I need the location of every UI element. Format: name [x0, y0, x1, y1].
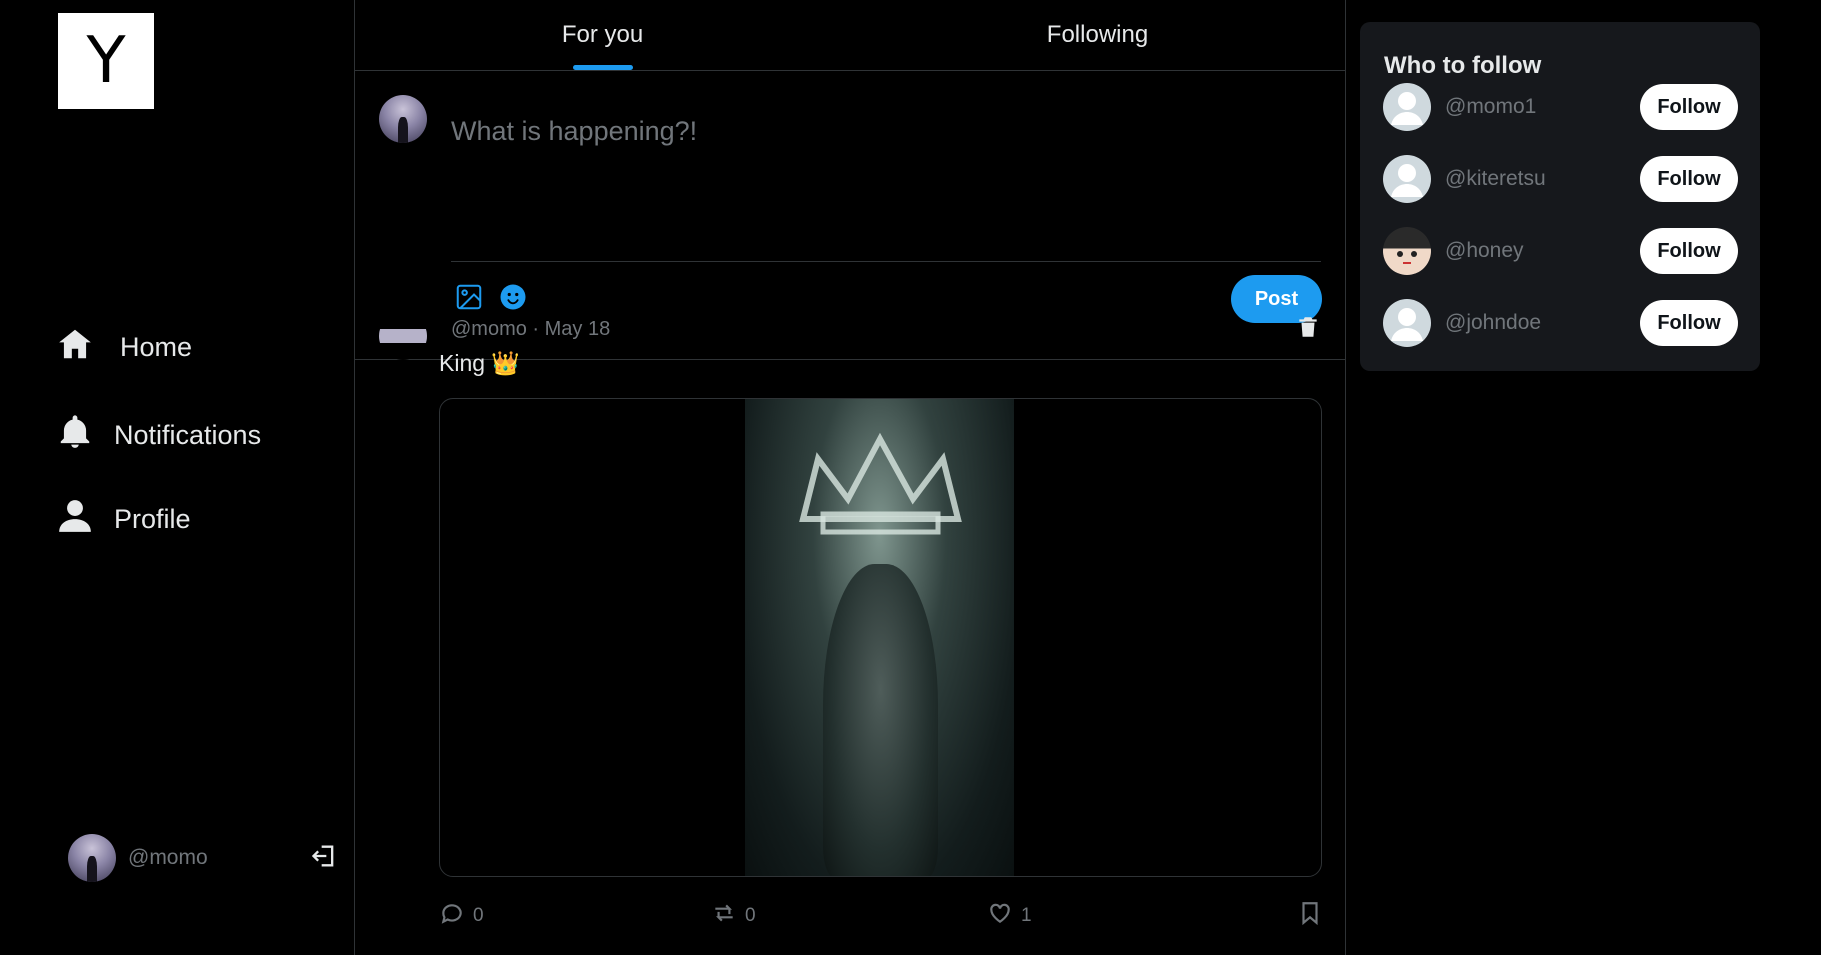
panel-title: Who to follow [1384, 52, 1542, 79]
sidebar-item-label: Home [120, 332, 193, 362]
follow-button[interactable]: Follow [1640, 156, 1738, 202]
avatar[interactable] [1383, 227, 1431, 275]
suggestion-handle[interactable]: @honey [1445, 239, 1640, 263]
compose-input[interactable] [451, 101, 1321, 161]
account-switcher[interactable]: @momo [68, 834, 338, 882]
bookmark-icon [1297, 900, 1323, 932]
repost-button[interactable]: 0 [711, 900, 756, 932]
tweet-actions: 0 0 1 [439, 900, 1322, 934]
user-icon [56, 497, 94, 542]
sidebar-item-label: Notifications [114, 420, 262, 450]
post-composer: Post [355, 71, 1345, 360]
image-icon[interactable] [454, 282, 484, 317]
tweet-media[interactable] [439, 398, 1322, 877]
logo[interactable]: Y [58, 13, 154, 109]
avatar[interactable] [1383, 299, 1431, 347]
avatar [68, 834, 116, 882]
crown-graphic [799, 432, 962, 535]
like-count: 1 [1021, 905, 1032, 926]
heart-icon [987, 900, 1013, 932]
tab-for-you[interactable]: For you [355, 0, 850, 70]
tab-following[interactable]: Following [850, 0, 1345, 70]
trash-icon[interactable] [1295, 314, 1321, 345]
poster-image [745, 399, 1014, 876]
suggestion-row: @momo1 Follow [1383, 82, 1738, 132]
suggestion-handle[interactable]: @momo1 [1445, 95, 1640, 119]
app-root: Y Home Notifications Profile @momo For y… [0, 0, 1821, 955]
logout-icon[interactable] [310, 842, 338, 875]
avatar[interactable] [1383, 83, 1431, 131]
follow-button[interactable]: Follow [1640, 84, 1738, 130]
feed-tabs: For you Following [355, 0, 1345, 71]
bell-icon [56, 413, 94, 458]
avatar[interactable] [1383, 155, 1431, 203]
bookmark-button[interactable] [1297, 900, 1323, 932]
reply-count: 0 [473, 905, 484, 926]
sidebar-item-label: Profile [114, 504, 191, 534]
suggestion-row: @johndoe Follow [1383, 298, 1738, 348]
like-button[interactable]: 1 [987, 900, 1032, 932]
composer-tools [454, 282, 528, 317]
home-icon [56, 325, 94, 370]
reply-button[interactable]: 0 [439, 900, 484, 932]
main-feed: For you Following Post @momo · May 18 [355, 0, 1346, 955]
avatar [379, 95, 427, 143]
suggestion-handle[interactable]: @johndoe [1445, 311, 1640, 335]
left-sidebar: Y Home Notifications Profile @momo [0, 0, 355, 955]
follow-button[interactable]: Follow [1640, 300, 1738, 346]
fighter-figure [823, 564, 938, 876]
sidebar-item-home[interactable]: Home [56, 325, 192, 370]
repost-icon [711, 900, 737, 932]
follow-button[interactable]: Follow [1640, 228, 1738, 274]
emoji-icon[interactable] [498, 282, 528, 317]
suggestion-row: @honey Follow [1383, 226, 1738, 276]
sidebar-item-profile[interactable]: Profile [56, 497, 191, 542]
reply-icon [439, 900, 465, 932]
account-handle: @momo [128, 846, 208, 869]
tweet-avatar[interactable] [379, 312, 427, 360]
composer-divider [451, 261, 1321, 262]
repost-count: 0 [745, 905, 756, 926]
sidebar-item-notifications[interactable]: Notifications [56, 413, 261, 458]
suggestion-row: @kiteretsu Follow [1383, 154, 1738, 204]
suggestion-handle[interactable]: @kiteretsu [1445, 167, 1640, 191]
who-to-follow-panel: Who to follow @momo1 Follow @kiteretsu F… [1360, 22, 1760, 371]
